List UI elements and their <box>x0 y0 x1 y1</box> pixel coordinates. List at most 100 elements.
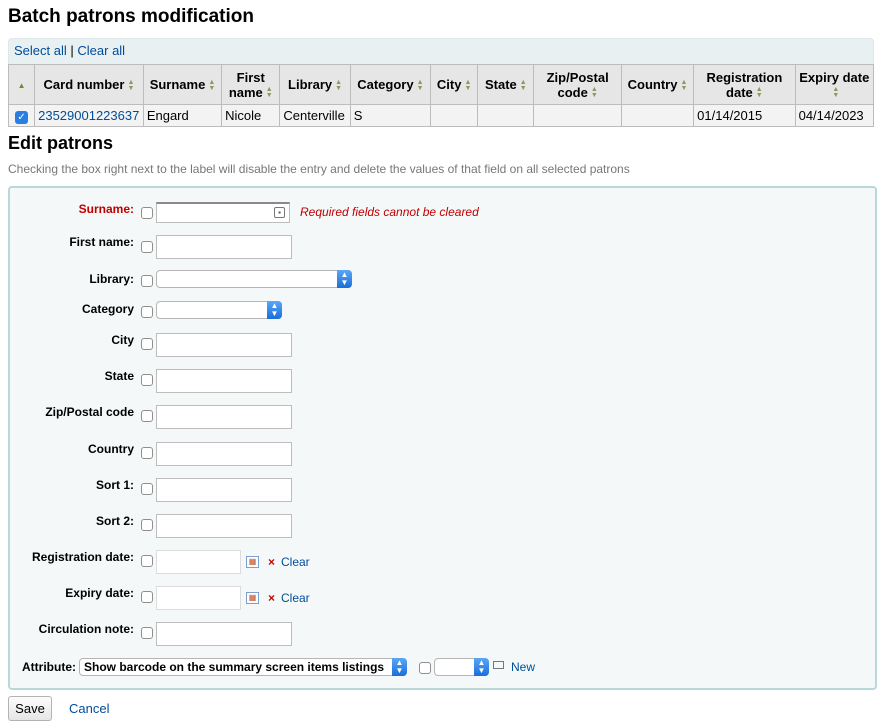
library-row: Library: ▲ ▼ <box>10 270 870 298</box>
expiry-date-input[interactable] <box>156 586 241 610</box>
row-checkbox[interactable]: ✓ <box>15 110 29 124</box>
city-disable-checkbox[interactable] <box>141 338 153 350</box>
clear-all-link[interactable]: Clear all <box>77 43 125 58</box>
library-label: Library: <box>89 272 134 286</box>
header-category[interactable]: Category ▲ ▼ <box>349 64 432 105</box>
select-arrows-icon: ▲ ▼ <box>474 658 489 676</box>
sort-icon: ▲ ▼ <box>464 78 472 92</box>
header-expiry-date[interactable]: Expiry date▲ ▼ <box>794 64 875 105</box>
row-select-cell[interactable]: ✓ <box>7 104 36 127</box>
expiry-date-cell: 04/14/2023 <box>794 104 875 127</box>
header-zip[interactable]: Zip/Postal code ▲ ▼ <box>533 64 622 105</box>
country-input[interactable] <box>156 442 292 466</box>
sort1-disable-checkbox[interactable] <box>141 483 153 495</box>
clear-x-icon[interactable]: × <box>268 555 275 569</box>
header-registration-date[interactable]: Registration date ▲ ▼ <box>693 64 796 105</box>
expiry-date-label: Expiry date: <box>65 586 134 600</box>
first-name-input[interactable] <box>156 235 292 259</box>
country-row: Country <box>10 442 870 470</box>
country-label: Country <box>88 442 134 456</box>
registration-date-label: Registration date: <box>31 550 134 564</box>
calendar-icon[interactable]: ▦ <box>246 592 259 604</box>
surname-input[interactable]: ▪ <box>156 202 290 223</box>
clear-x-icon[interactable]: × <box>268 591 275 605</box>
circulation-note-label: Circulation note: <box>38 622 134 636</box>
library-disable-checkbox[interactable] <box>141 275 153 287</box>
cancel-link[interactable]: Cancel <box>69 701 109 716</box>
attribute-row: Attribute: Show barcode on the summary s… <box>10 658 870 686</box>
country-disable-checkbox[interactable] <box>141 447 153 459</box>
surname-disable-checkbox[interactable] <box>141 207 153 219</box>
surname-label: Surname: <box>78 202 134 216</box>
category-row: Category ▲ ▼ <box>10 301 870 329</box>
calendar-icon[interactable]: ▦ <box>246 556 259 568</box>
table-row: ✓ 23529001223637 Engard Nicole Centervil… <box>7 104 875 127</box>
state-input[interactable] <box>156 369 292 393</box>
contact-card-icon: ▪ <box>274 207 285 218</box>
patrons-table: ▲ Card number ▲ ▼ Surname ▲ ▼ First name ▲ ▼ L… <box>7 64 875 127</box>
card-number-cell[interactable]: 23529001223637 <box>34 104 144 127</box>
state-label: State <box>104 369 134 383</box>
zip-row: Zip/Postal code <box>10 405 870 433</box>
state-disable-checkbox[interactable] <box>141 374 153 386</box>
circulation-note-row: Circulation note: <box>10 622 870 650</box>
select-arrows-icon: ▲ ▼ <box>337 270 352 288</box>
card-number-link[interactable]: 23529001223637 <box>38 108 139 123</box>
attribute-value-select[interactable]: ▲ ▼ <box>434 658 489 676</box>
sort-icon: ▲ ▼ <box>680 78 688 92</box>
sort-icon: ▲ ▼ <box>208 78 216 92</box>
sort2-input[interactable] <box>156 514 292 538</box>
sort-icon: ▲ ▼ <box>265 86 273 100</box>
header-first-name[interactable]: First name ▲ ▼ <box>221 64 281 105</box>
library-select[interactable]: ▲ ▼ <box>156 270 352 288</box>
sort-icon: ▲ ▼ <box>127 78 135 92</box>
category-select[interactable]: ▲ ▼ <box>156 301 282 319</box>
attribute-select-value: Show barcode on the summary screen items… <box>84 660 385 674</box>
sort1-label: Sort 1: <box>95 478 134 492</box>
expiry-date-clear-link[interactable]: Clear <box>281 591 310 605</box>
attribute-disable-checkbox[interactable] <box>419 662 431 674</box>
circulation-note-disable-checkbox[interactable] <box>141 627 153 639</box>
select-column-header[interactable]: ▲ <box>7 64 36 105</box>
category-disable-checkbox[interactable] <box>141 306 153 318</box>
new-attribute-link[interactable]: New <box>511 660 535 674</box>
header-state[interactable]: State ▲ ▼ <box>477 64 535 105</box>
circulation-note-input[interactable] <box>156 622 292 646</box>
header-surname[interactable]: Surname ▲ ▼ <box>142 64 223 105</box>
registration-date-clear-link[interactable]: Clear <box>281 555 310 569</box>
expiry-date-disable-checkbox[interactable] <box>141 591 153 603</box>
category-cell: S <box>349 104 432 127</box>
city-label: City <box>111 333 134 347</box>
sort-icon: ▲ ▼ <box>416 78 424 92</box>
registration-date-cell: 01/14/2015 <box>693 104 796 127</box>
header-country[interactable]: Country ▲ ▼ <box>620 64 695 105</box>
select-all-link[interactable]: Select all <box>14 43 67 58</box>
surname-cell: Engard <box>142 104 223 127</box>
attribute-select[interactable]: Show barcode on the summary screen items… <box>79 658 407 676</box>
sort2-disable-checkbox[interactable] <box>141 519 153 531</box>
first-name-disable-checkbox[interactable] <box>141 241 153 253</box>
state-row: State <box>10 369 870 397</box>
sort-icon: ▲ ▼ <box>590 86 598 100</box>
first-name-row: First name: <box>10 235 870 263</box>
header-library[interactable]: Library ▲ ▼ <box>279 64 351 105</box>
header-card-number[interactable]: Card number ▲ ▼ <box>34 64 144 105</box>
sort-icon: ▲ ▼ <box>755 86 763 100</box>
sort-icon: ▲ ▼ <box>519 78 527 92</box>
sort1-input[interactable] <box>156 478 292 502</box>
header-city[interactable]: City ▲ ▼ <box>430 64 479 105</box>
city-row: City <box>10 333 870 361</box>
sort2-label: Sort 2: <box>95 514 134 528</box>
select-bar: Select all | Clear all <box>8 38 874 64</box>
save-button[interactable]: Save <box>8 696 52 721</box>
separator: | <box>70 43 74 58</box>
registration-date-disable-checkbox[interactable] <box>141 555 153 567</box>
sort1-row: Sort 1: <box>10 478 870 506</box>
edit-patrons-heading: Edit patrons <box>8 133 114 153</box>
new-attribute-icon[interactable] <box>493 661 504 669</box>
city-input[interactable] <box>156 333 292 357</box>
zip-disable-checkbox[interactable] <box>141 410 153 422</box>
sort-asc-icon: ▲ <box>17 81 26 90</box>
registration-date-input[interactable] <box>156 550 241 574</box>
zip-input[interactable] <box>156 405 292 429</box>
